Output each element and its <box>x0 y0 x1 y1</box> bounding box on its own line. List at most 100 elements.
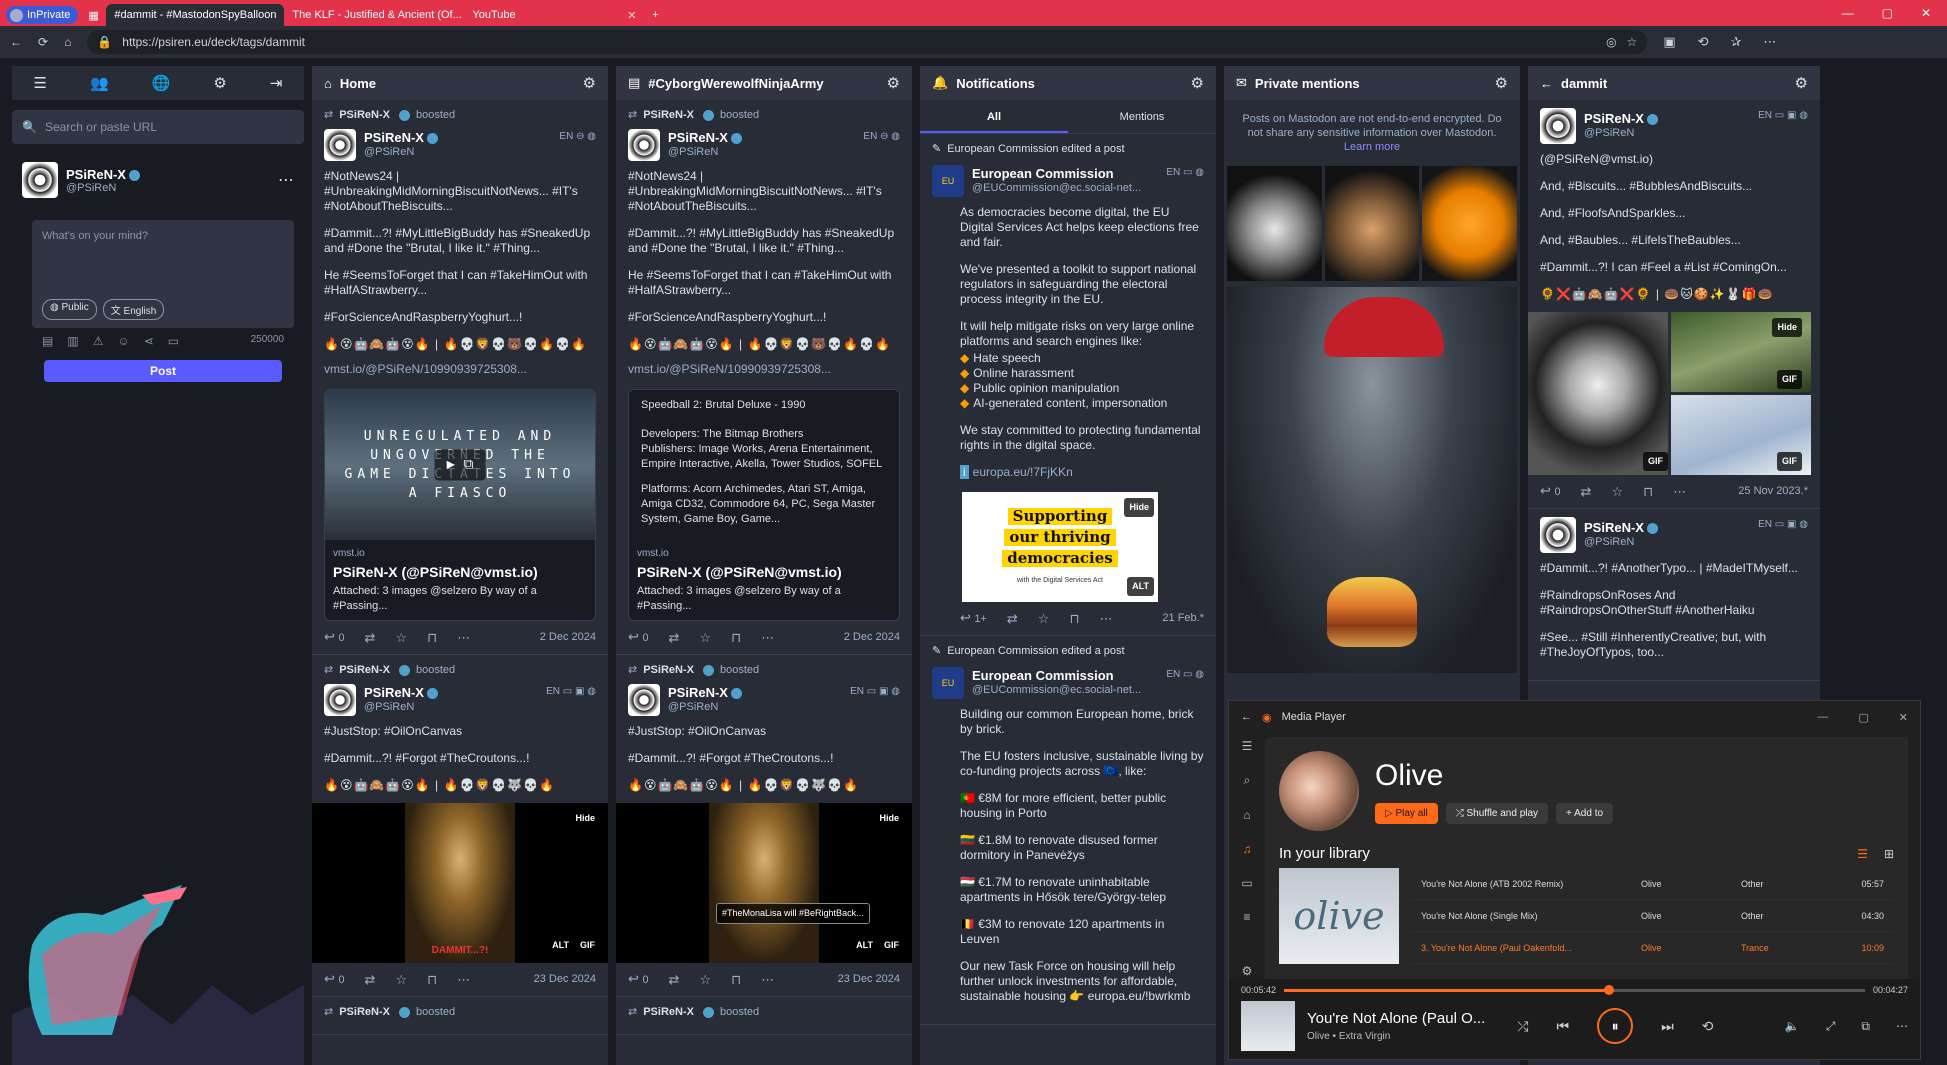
status-post[interactable]: ⇄ PSiReN-X boosted PSiReN-X @PSiReN EN ⊖ ◍ #… <box>616 100 912 655</box>
media-image[interactable]: Supporting our thriving democracies with… <box>962 492 1158 602</box>
gear-icon[interactable]: ⚙ <box>583 74 596 92</box>
gear-icon[interactable]: ⚙ <box>1191 74 1204 92</box>
star-icon[interactable]: ☆ <box>1627 35 1638 49</box>
track-row-current[interactable]: 3. You're Not Alone (Paul Oakenfold... Ol… <box>1411 932 1894 964</box>
gear-icon[interactable]: ⚙ <box>887 74 900 92</box>
avatar[interactable] <box>324 684 356 716</box>
dog-image[interactable] <box>1324 166 1420 281</box>
tab-youtube[interactable]: YouTube ✕ <box>464 4 644 26</box>
add-to-button[interactable]: + Add to <box>1556 802 1614 824</box>
shuffle-play-button[interactable]: ⤮ Shuffle and play <box>1445 802 1549 824</box>
url-field[interactable]: 🔒 https://psiren.eu/deck/tags/dammit ◎ ☆ <box>87 30 1648 54</box>
more-icon[interactable]: ⋯ <box>1896 1019 1908 1034</box>
more-icon[interactable]: ⋯ <box>1100 611 1113 626</box>
compose-textarea[interactable]: What's on your mind? ◍ Public 文 English <box>32 220 294 328</box>
minimize-icon[interactable]: — <box>1817 711 1828 724</box>
more-icon[interactable]: ⋯ <box>761 630 774 645</box>
current-user[interactable]: PSiReN-X @PSiReN ⋯ <box>12 154 304 206</box>
column-header[interactable]: 🔔 Notifications ⚙ <box>920 66 1216 100</box>
avatar[interactable] <box>628 129 660 161</box>
tab-actions-icon[interactable]: ▦ <box>84 4 106 26</box>
favorites-icon[interactable]: ✰ <box>1731 34 1742 50</box>
author-name[interactable]: PSiReN-X <box>364 685 424 700</box>
next-icon[interactable]: ⏭ <box>1661 1018 1674 1035</box>
status-post[interactable]: ⇄ PSiReN-X boosted PSiReN-X @PSiReN EN ⊖ ◍ #… <box>312 100 608 655</box>
close-icon[interactable]: ✕ <box>1899 711 1908 724</box>
track-row[interactable]: You're Not Alone (Single Mix) Olive Other 0… <box>1411 900 1894 932</box>
inprivate-badge[interactable]: InPrivate <box>6 6 79 24</box>
schedule-icon[interactable]: ▭ <box>168 334 179 348</box>
reply-icon[interactable]: ↩ 1+ <box>960 610 987 627</box>
tab-dammit[interactable]: #dammit - #MastodonSpyBalloon✕ <box>106 4 285 26</box>
favourite-icon[interactable]: ☆ <box>1611 484 1623 499</box>
previous-icon[interactable]: ⏮ <box>1556 1018 1569 1035</box>
boost-author[interactable]: PSiReN-X <box>643 108 694 123</box>
more-icon[interactable]: ⋯ <box>457 972 470 987</box>
close-icon[interactable]: ✕ <box>276 9 284 22</box>
bookmark-icon[interactable]: ⊓ <box>731 630 741 645</box>
maximize-icon[interactable]: ▢ <box>1858 711 1868 724</box>
bookmark-icon[interactable]: ⊓ <box>1069 611 1079 626</box>
tab-klf[interactable]: The KLF - Justified & Ancient (Of...✕ <box>284 4 464 26</box>
learn-more-link[interactable]: Learn more <box>1344 141 1400 153</box>
mini-player-icon[interactable]: ⧉ <box>1861 1019 1870 1034</box>
favourite-icon[interactable]: ☆ <box>395 972 407 987</box>
menu-icon[interactable]: ☰ <box>34 74 47 92</box>
now-playing-art[interactable] <box>1241 1001 1295 1051</box>
repeat-icon[interactable]: ⟲ <box>1702 1018 1714 1035</box>
favourite-icon[interactable]: ☆ <box>699 630 711 645</box>
boost-icon[interactable]: ⇄ <box>365 630 376 645</box>
poll-icon[interactable]: ▥ <box>67 334 78 348</box>
notification-item[interactable]: ✎ European Commission edited a post EU Eur… <box>920 134 1216 636</box>
track-row[interactable]: You're Not Alone (ATB 2002 Remix) Olive Ot… <box>1411 868 1894 900</box>
author-name[interactable]: PSiReN-X <box>1584 520 1644 535</box>
author-name[interactable]: European Commission <box>972 166 1141 181</box>
boost-author[interactable]: PSiReN-X <box>339 1005 390 1020</box>
now-playing-title[interactable]: You're Not Alone (Paul O... <box>1307 1010 1485 1027</box>
post-date[interactable]: 2 Dec 2024 <box>540 630 596 645</box>
column-header[interactable]: ← dammit ⚙ <box>1528 66 1820 100</box>
wolf-image[interactable] <box>1227 166 1322 281</box>
boost-author[interactable]: PSiReN-X <box>339 663 390 678</box>
boost-icon[interactable]: ⇄ <box>365 972 376 987</box>
author-name[interactable]: PSiReN-X <box>668 130 728 145</box>
search-input[interactable]: 🔍 Search or paste URL <box>12 110 304 144</box>
warning-icon[interactable]: ⚠ <box>93 334 104 348</box>
reply-icon[interactable]: ↩ 0 <box>628 629 649 646</box>
cat-image[interactable] <box>1528 312 1668 475</box>
tracking-icon[interactable]: ◎ <box>1606 35 1616 49</box>
status-post[interactable]: ⇄ PSiReN-X boosted PSiReN-X @PSiReN EN ▭ ▣ ◍… <box>312 655 608 997</box>
alt-badge[interactable]: ALT <box>547 936 574 955</box>
favourite-icon[interactable]: ☆ <box>395 630 407 645</box>
seek-slider[interactable] <box>1284 984 1865 995</box>
favourite-icon[interactable]: ☆ <box>699 972 711 987</box>
tab-all[interactable]: All <box>920 100 1068 133</box>
settings-icon[interactable]: ⚙ <box>213 74 226 92</box>
gear-icon[interactable]: ⚙ <box>1495 74 1508 92</box>
play-icon[interactable]: ▶ ⧉ <box>434 449 486 481</box>
fullscreen-icon[interactable]: ⤢ <box>1826 1019 1836 1034</box>
media-gallery[interactable]: DAMMIT...?! Hide ALT GIF <box>312 803 608 963</box>
author-name[interactable]: European Commission <box>972 668 1141 683</box>
post-date[interactable]: 25 Nov 2023.* <box>1738 484 1808 499</box>
boost-icon[interactable]: ⇄ <box>669 972 680 987</box>
new-tab-icon[interactable]: + <box>644 4 668 26</box>
mona-lisa-image[interactable] <box>709 803 819 963</box>
visibility-button[interactable]: ◍ Public <box>42 299 97 320</box>
close-window-icon[interactable]: ✕ <box>1921 6 1931 20</box>
avatar[interactable] <box>1540 517 1576 553</box>
reply-icon[interactable]: ↩ 0 <box>1540 483 1561 500</box>
boost-icon[interactable]: ⇄ <box>1581 484 1592 499</box>
author-name[interactable]: PSiReN-X <box>668 685 728 700</box>
language-button[interactable]: 文 English <box>102 299 165 320</box>
search-icon[interactable]: ⌕ <box>1244 773 1251 788</box>
back-icon[interactable]: ← <box>10 35 22 49</box>
more-icon[interactable]: ⋯ <box>1673 484 1686 499</box>
shuffle-icon[interactable]: ⤮ <box>1517 1018 1528 1035</box>
favourite-icon[interactable]: ☆ <box>1038 611 1050 626</box>
status-post[interactable]: ⇄ PSiReN-X boosted PSiReN-X @PSiReN EN ▭ ▣ ◍… <box>616 655 912 997</box>
music-icon[interactable]: ♫ <box>1243 842 1252 856</box>
minimize-icon[interactable]: — <box>1842 6 1854 20</box>
hide-button[interactable]: Hide <box>1124 498 1154 517</box>
shiba-image[interactable] <box>1422 166 1518 281</box>
